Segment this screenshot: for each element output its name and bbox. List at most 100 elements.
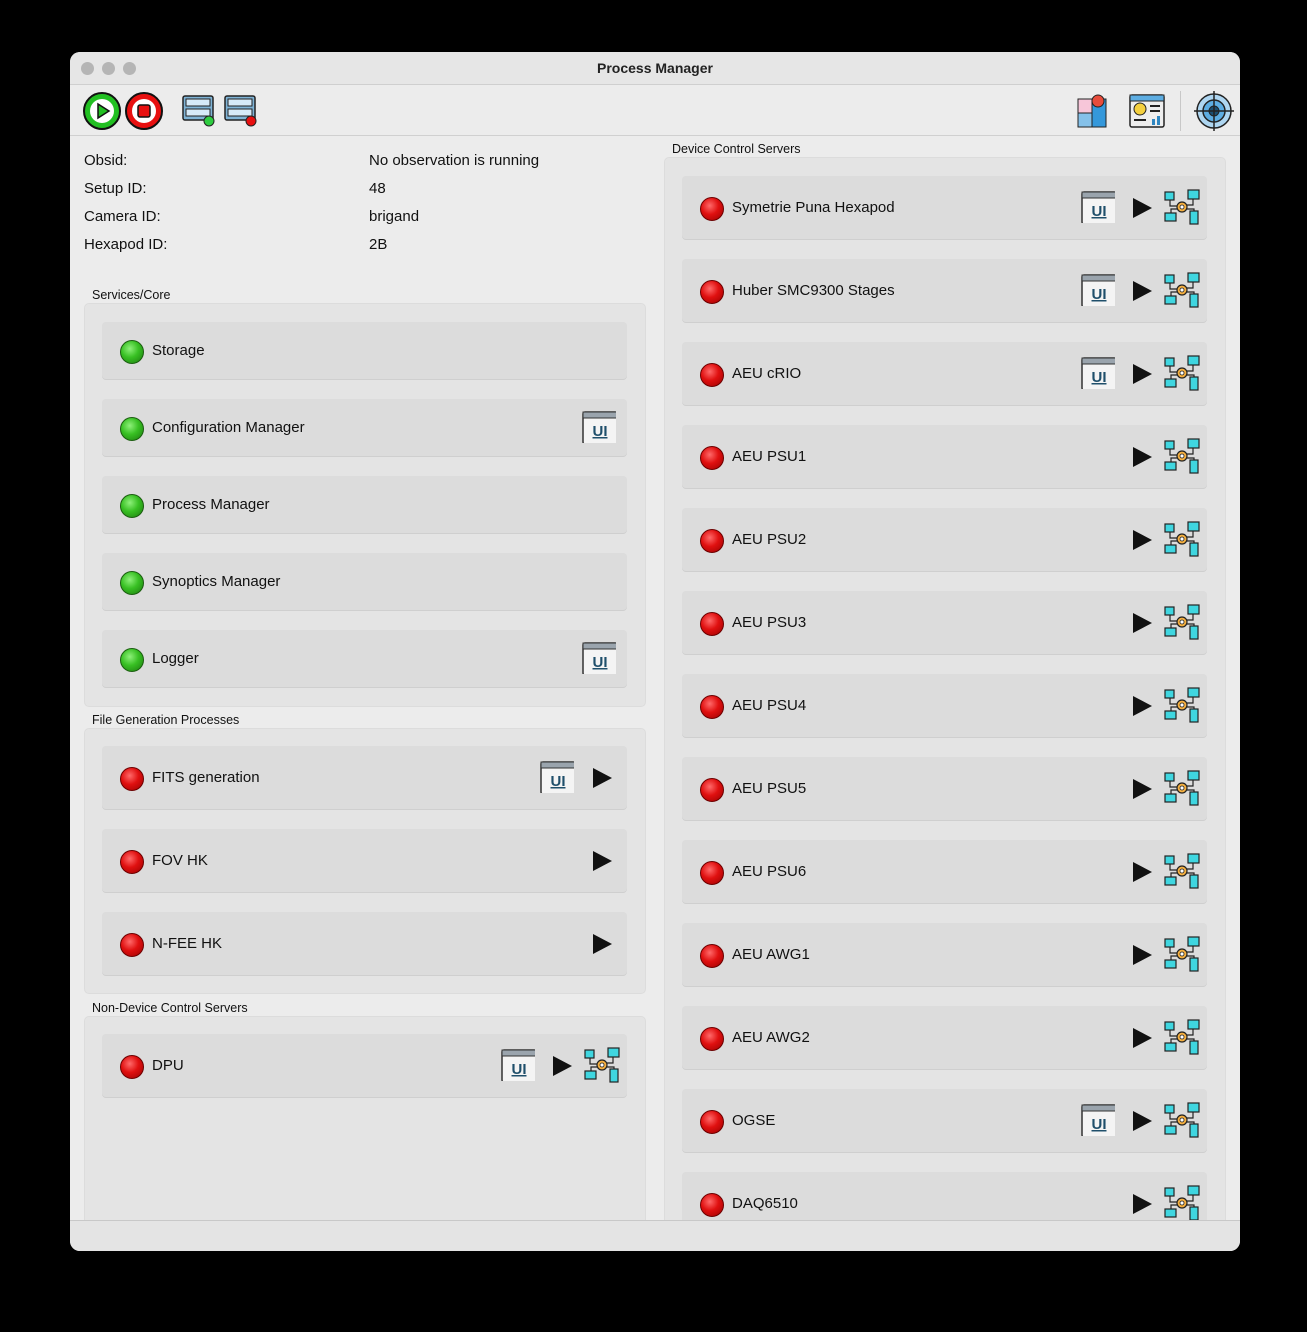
nondevice-group-label: Non-Device Control Servers bbox=[92, 1001, 248, 1015]
status-led-green bbox=[120, 416, 144, 441]
start-all-button[interactable] bbox=[82, 91, 122, 131]
stop-servers-button[interactable] bbox=[224, 93, 258, 127]
status-led-red bbox=[700, 362, 724, 387]
network-config-icon[interactable] bbox=[1163, 935, 1201, 974]
network-config-icon[interactable] bbox=[1163, 769, 1201, 808]
process-label: Storage bbox=[152, 341, 205, 359]
start-process-play-icon[interactable] bbox=[1133, 778, 1152, 799]
network-config-icon[interactable] bbox=[583, 1046, 621, 1085]
process-label: AEU cRIO bbox=[732, 364, 802, 382]
start-process-play-icon[interactable] bbox=[1133, 861, 1152, 882]
start-process-play-icon[interactable] bbox=[1133, 197, 1152, 218]
svg-text:UI: UI bbox=[1092, 203, 1107, 220]
network-config-icon[interactable] bbox=[1163, 1018, 1201, 1057]
status-led-green bbox=[120, 647, 144, 672]
status-led-green bbox=[120, 493, 144, 518]
status-led-green bbox=[120, 570, 144, 595]
ui-launch-icon[interactable]: UI bbox=[540, 760, 574, 793]
toolbar bbox=[70, 85, 1240, 136]
stop-all-button[interactable] bbox=[124, 91, 164, 131]
start-process-play-icon[interactable] bbox=[593, 850, 612, 871]
status-led-red bbox=[120, 766, 144, 791]
status-led-red bbox=[700, 611, 724, 636]
camera-id-label: Camera ID: bbox=[84, 208, 161, 225]
svg-text:UI: UI bbox=[1092, 1116, 1107, 1133]
start-process-play-icon[interactable] bbox=[1133, 612, 1152, 633]
process-label: N-FEE HK bbox=[152, 934, 223, 952]
start-process-play-icon[interactable] bbox=[1133, 446, 1152, 467]
start-process-play-icon[interactable] bbox=[553, 1055, 572, 1076]
status-led-red bbox=[120, 1054, 144, 1079]
start-process-play-icon[interactable] bbox=[1133, 1027, 1152, 1048]
network-config-icon[interactable] bbox=[1163, 1101, 1201, 1140]
process-label: AEU PSU4 bbox=[732, 696, 807, 714]
process-label: Symetrie Puna Hexapod bbox=[732, 198, 895, 216]
title-bar: Process Manager bbox=[70, 52, 1240, 85]
hexapod-id-value: 2B bbox=[369, 236, 388, 253]
ui-launch-icon[interactable]: UI bbox=[501, 1048, 535, 1081]
process-label: AEU PSU5 bbox=[732, 779, 807, 797]
process-label: AEU AWG1 bbox=[732, 945, 810, 963]
network-config-icon[interactable] bbox=[1163, 686, 1201, 725]
status-led-green bbox=[120, 339, 144, 364]
network-config-icon[interactable] bbox=[1163, 271, 1201, 310]
ui-launch-icon[interactable]: UI bbox=[1081, 1103, 1115, 1136]
network-config-icon[interactable] bbox=[1163, 520, 1201, 559]
filegen-group-label: File Generation Processes bbox=[92, 713, 240, 727]
obsid-label: Obsid: bbox=[84, 152, 128, 169]
start-process-play-icon[interactable] bbox=[1133, 1193, 1152, 1214]
status-bar bbox=[70, 1220, 1240, 1251]
network-config-icon[interactable] bbox=[1163, 603, 1201, 642]
svg-text:UI: UI bbox=[512, 1061, 527, 1078]
status-led-red bbox=[700, 860, 724, 885]
ui-launch-icon[interactable]: UI bbox=[582, 410, 616, 443]
start-process-play-icon[interactable] bbox=[1133, 695, 1152, 716]
start-process-play-icon[interactable] bbox=[593, 767, 612, 788]
network-config-icon[interactable] bbox=[1163, 437, 1201, 476]
start-process-play-icon[interactable] bbox=[1133, 944, 1152, 965]
map-pin-button[interactable] bbox=[1076, 93, 1110, 129]
process-label: AEU PSU1 bbox=[732, 447, 807, 465]
ui-launch-icon[interactable]: UI bbox=[1081, 273, 1115, 306]
target-button[interactable] bbox=[1194, 91, 1234, 131]
network-config-icon[interactable] bbox=[1163, 852, 1201, 891]
status-led-red bbox=[700, 777, 724, 802]
device-group-label: Device Control Servers bbox=[672, 142, 801, 156]
process-label: Configuration Manager bbox=[152, 418, 305, 436]
status-led-red bbox=[120, 932, 144, 957]
network-config-icon[interactable] bbox=[1163, 1184, 1201, 1223]
status-led-red bbox=[700, 1026, 724, 1051]
start-servers-button[interactable] bbox=[182, 93, 216, 127]
setup-id-label: Setup ID: bbox=[84, 180, 147, 197]
svg-text:UI: UI bbox=[593, 654, 608, 671]
status-led-red bbox=[700, 943, 724, 968]
start-process-play-icon[interactable] bbox=[593, 933, 612, 954]
process-label: AEU AWG2 bbox=[732, 1028, 810, 1046]
obsid-value: No observation is running bbox=[369, 152, 540, 169]
status-led-red bbox=[700, 1109, 724, 1134]
status-led-red bbox=[700, 694, 724, 719]
start-process-play-icon[interactable] bbox=[1133, 363, 1152, 384]
dashboard-button[interactable] bbox=[1128, 93, 1166, 129]
process-label: Synoptics Manager bbox=[152, 572, 281, 590]
process-label: FITS generation bbox=[152, 768, 260, 786]
svg-text:UI: UI bbox=[1092, 369, 1107, 386]
ui-launch-icon[interactable]: UI bbox=[582, 641, 616, 674]
start-process-play-icon[interactable] bbox=[1133, 529, 1152, 550]
ui-launch-icon[interactable]: UI bbox=[1081, 190, 1115, 223]
svg-text:UI: UI bbox=[593, 423, 608, 440]
status-led-red bbox=[700, 279, 724, 304]
hexapod-id-label: Hexapod ID: bbox=[84, 236, 168, 253]
network-config-icon[interactable] bbox=[1163, 188, 1201, 227]
start-process-play-icon[interactable] bbox=[1133, 1110, 1152, 1131]
process-manager-window: Process Manager Obsid: No observation is… bbox=[70, 52, 1240, 1251]
network-config-icon[interactable] bbox=[1163, 354, 1201, 393]
process-label: AEU PSU3 bbox=[732, 613, 807, 631]
status-led-red bbox=[700, 528, 724, 553]
camera-id-value: brigand bbox=[369, 208, 420, 225]
process-label: DAQ6510 bbox=[732, 1194, 798, 1212]
process-label: Huber SMC9300 Stages bbox=[732, 281, 895, 299]
process-label: AEU PSU2 bbox=[732, 530, 807, 548]
start-process-play-icon[interactable] bbox=[1133, 280, 1152, 301]
ui-launch-icon[interactable]: UI bbox=[1081, 356, 1115, 389]
